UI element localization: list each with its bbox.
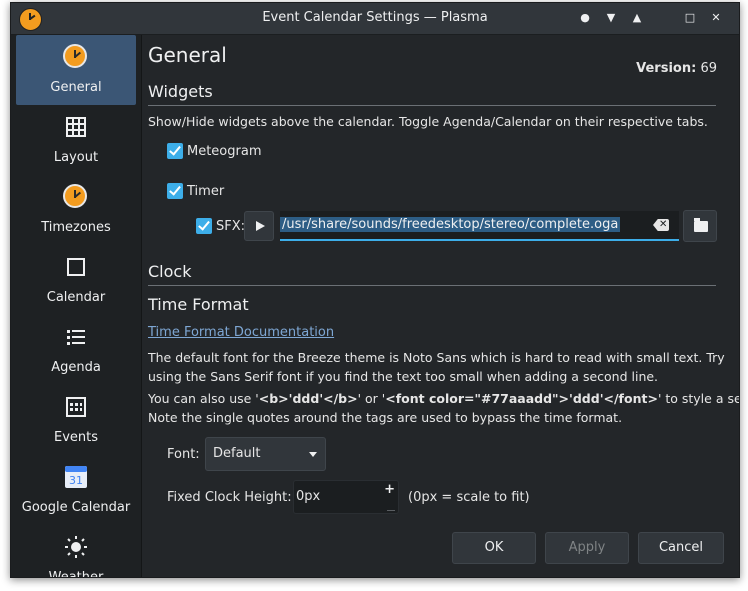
clock-icon	[62, 43, 90, 71]
keep-above-icon[interactable]: ●	[576, 9, 594, 27]
quotes-note: Note the single quotes around the tags a…	[148, 410, 623, 425]
meteogram-label: Meteogram	[187, 144, 262, 159]
timer-label: Timer	[187, 184, 225, 199]
style-note-pre: You can also use '	[148, 391, 259, 406]
clock-divider	[148, 285, 716, 286]
clock-height-hint: (0px = scale to fit)	[408, 490, 530, 505]
clear-text-icon[interactable]: ✕	[653, 219, 669, 231]
time-format-heading: Time Format	[148, 295, 249, 314]
increment-icon[interactable]: +	[384, 482, 395, 497]
grid-icon	[62, 113, 90, 141]
shade-down-icon[interactable]: ▼	[602, 9, 620, 27]
square-icon	[62, 253, 90, 281]
sfx-path-text: /usr/share/sounds/freedesktop/stereo/com…	[280, 217, 621, 232]
version-readout: Version: 69	[636, 61, 717, 76]
style-note-post: ' to style a section.	[657, 391, 739, 406]
calendar-grid-icon	[62, 393, 90, 421]
list-icon	[62, 323, 90, 351]
title-bar: Event Calendar Settings — Plasma ● ▼ ▲ □…	[11, 3, 739, 35]
sidebar-item-general[interactable]: General	[16, 35, 136, 105]
style-note-code-font: <font color="#77aaadd">'ddd'</font>	[385, 391, 658, 406]
font-note-line2: using the Sans Serif font if you find th…	[148, 369, 659, 384]
sfx-path-input[interactable]: /usr/share/sounds/freedesktop/stereo/com…	[280, 211, 679, 241]
sidebar-item-layout[interactable]: Layout	[11, 105, 141, 175]
sidebar-item-google-calendar[interactable]: 31 Google Calendar	[11, 455, 141, 525]
google-calendar-icon: 31	[62, 463, 90, 491]
clock-height-label: Fixed Clock Height:	[167, 490, 292, 505]
font-select-value: Default	[213, 446, 261, 461]
font-note-line1: The default font for the Breeze theme is…	[148, 350, 725, 365]
version-value: 69	[700, 61, 717, 76]
folder-icon	[694, 218, 708, 232]
widgets-heading: Widgets	[148, 82, 213, 101]
time-format-doc-link[interactable]: Time Format Documentation	[148, 325, 334, 340]
chevron-down-icon	[309, 452, 317, 457]
widgets-divider	[148, 105, 716, 106]
cancel-button[interactable]: Cancel	[638, 532, 724, 564]
sidebar-item-timezones[interactable]: Timezones	[11, 175, 141, 245]
widgets-description: Show/Hide widgets above the calendar. To…	[148, 114, 708, 129]
sidebar-item-calendar[interactable]: Calendar	[11, 245, 141, 315]
sidebar-item-label: Agenda	[51, 360, 101, 375]
sfx-checkbox[interactable]	[196, 218, 212, 234]
sidebar-item-label: General	[50, 80, 102, 95]
sidebar-item-label: Weather	[48, 570, 104, 578]
decrement-icon[interactable]	[387, 510, 395, 511]
sidebar-item-label: Google Calendar	[21, 500, 131, 515]
font-label: Font:	[167, 447, 200, 462]
clock-height-value: 0px	[296, 489, 321, 504]
sidebar-item-agenda[interactable]: Agenda	[11, 315, 141, 385]
browse-folder-button[interactable]	[683, 210, 717, 242]
sidebar-item-label: Calendar	[46, 290, 106, 305]
clock-heading: Clock	[148, 262, 192, 281]
play-sound-button[interactable]	[244, 211, 274, 241]
meteogram-checkbox[interactable]	[167, 143, 183, 159]
apply-button[interactable]: Apply	[545, 532, 629, 564]
google-calendar-day: 31	[69, 474, 83, 487]
style-note-mid: ' or '	[357, 391, 386, 406]
style-note: You can also use '<b>'ddd'</b>' or '<fon…	[148, 389, 739, 408]
sidebar-item-events[interactable]: Events	[11, 385, 141, 455]
style-note-code-bold: <b>'ddd'</b>	[258, 391, 358, 406]
close-icon[interactable]: ✕	[707, 9, 725, 27]
version-label: Version:	[636, 61, 697, 76]
settings-window: Event Calendar Settings — Plasma ● ▼ ▲ □…	[10, 2, 740, 578]
sidebar-item-label: Timezones	[41, 220, 111, 235]
timer-checkbox[interactable]	[167, 183, 183, 199]
settings-content: General Version: 69 Widgets Show/Hide wi…	[142, 35, 739, 577]
shade-up-icon[interactable]: ▲	[628, 9, 646, 27]
clock-icon	[62, 183, 90, 211]
sidebar-item-weather[interactable]: Weather	[11, 525, 141, 578]
font-select[interactable]: Default	[205, 437, 326, 471]
page-title: General	[148, 43, 227, 67]
clock-height-spinbox[interactable]: 0px +	[293, 480, 399, 514]
sidebar-item-label: Layout	[53, 150, 99, 165]
ok-button[interactable]: OK	[452, 532, 536, 564]
sfx-label: SFX:	[216, 219, 246, 234]
maximize-icon[interactable]: □	[681, 9, 699, 27]
category-sidebar: General Layout Timezones Calendar Agenda	[11, 35, 142, 577]
sun-icon	[62, 533, 90, 561]
sidebar-item-label: Events	[53, 430, 98, 445]
